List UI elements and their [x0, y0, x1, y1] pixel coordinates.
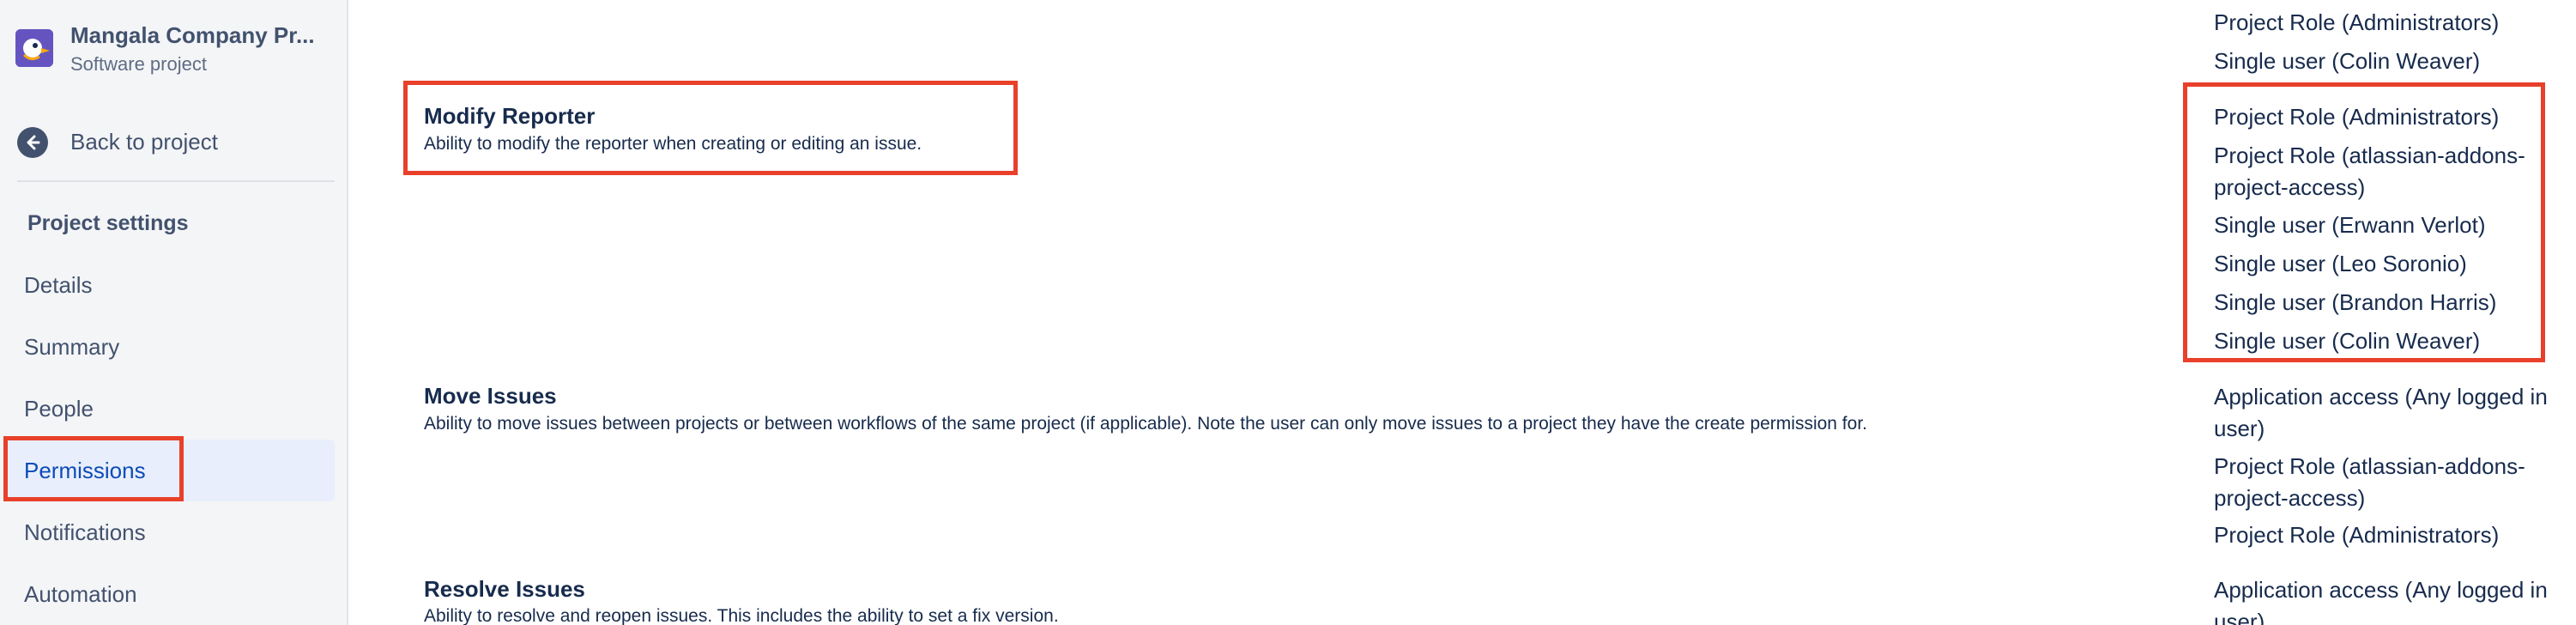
project-avatar-icon [15, 29, 53, 67]
grant-item: Application access (Any logged in user) [2214, 384, 2548, 441]
sidebar-item-notifications[interactable]: Notifications [5, 501, 335, 563]
permission-title-move-issues: Move Issues [424, 383, 557, 409]
back-to-project-label: Back to project [70, 129, 218, 155]
grant-item: Single user (Colin Weaver) [2214, 328, 2481, 354]
project-name: Mangala Company Pr... [70, 22, 315, 48]
project-settings-heading: Project settings [27, 211, 189, 235]
back-to-project-link[interactable]: Back to project [17, 125, 335, 160]
grant-item: Single user (Leo Soronio) [2214, 251, 2467, 276]
grant-item: Single user (Brandon Harris) [2214, 289, 2497, 315]
grant-item: Single user (Colin Weaver) [2214, 48, 2481, 74]
grant-item: Project Role (Administrators) [2214, 104, 2500, 130]
project-type: Software project [70, 53, 207, 75]
sidebar-item-automation[interactable]: Automation [5, 563, 335, 625]
sidebar-divider [17, 180, 335, 182]
arrow-left-circle-icon [17, 127, 48, 158]
grant-item: Project Role (Administrators) [2214, 522, 2500, 548]
project-header[interactable]: Mangala Company Pr... Software project [15, 21, 342, 81]
permission-description-move-issues: Ability to move issues between projects … [424, 414, 1867, 434]
sidebar-item-people[interactable]: People [5, 378, 335, 440]
permission-description-modify-reporter: Ability to modify the reporter when crea… [424, 134, 922, 154]
sidebar-item-summary[interactable]: Summary [5, 316, 335, 378]
grant-item: Single user (Erwann Verlot) [2214, 212, 2486, 238]
sidebar-item-details[interactable]: Details [5, 254, 335, 316]
permission-title-resolve-issues: Resolve Issues [424, 576, 585, 602]
grant-item: Project Role (atlassian-addons-project-a… [2214, 143, 2525, 200]
permission-description-resolve-issues: Ability to resolve and reopen issues. Th… [424, 606, 1059, 625]
project-sidebar: Mangala Company Pr... Software project B… [0, 0, 348, 625]
sidebar-item-permissions[interactable]: Permissions [5, 440, 335, 501]
grant-item: Project Role (atlassian-addons-project-a… [2214, 453, 2525, 511]
grant-item: Project Role (Administrators) [2214, 9, 2500, 35]
permission-title-modify-reporter: Modify Reporter [424, 103, 596, 129]
grant-item: Application access (Any logged in user) [2214, 577, 2548, 625]
